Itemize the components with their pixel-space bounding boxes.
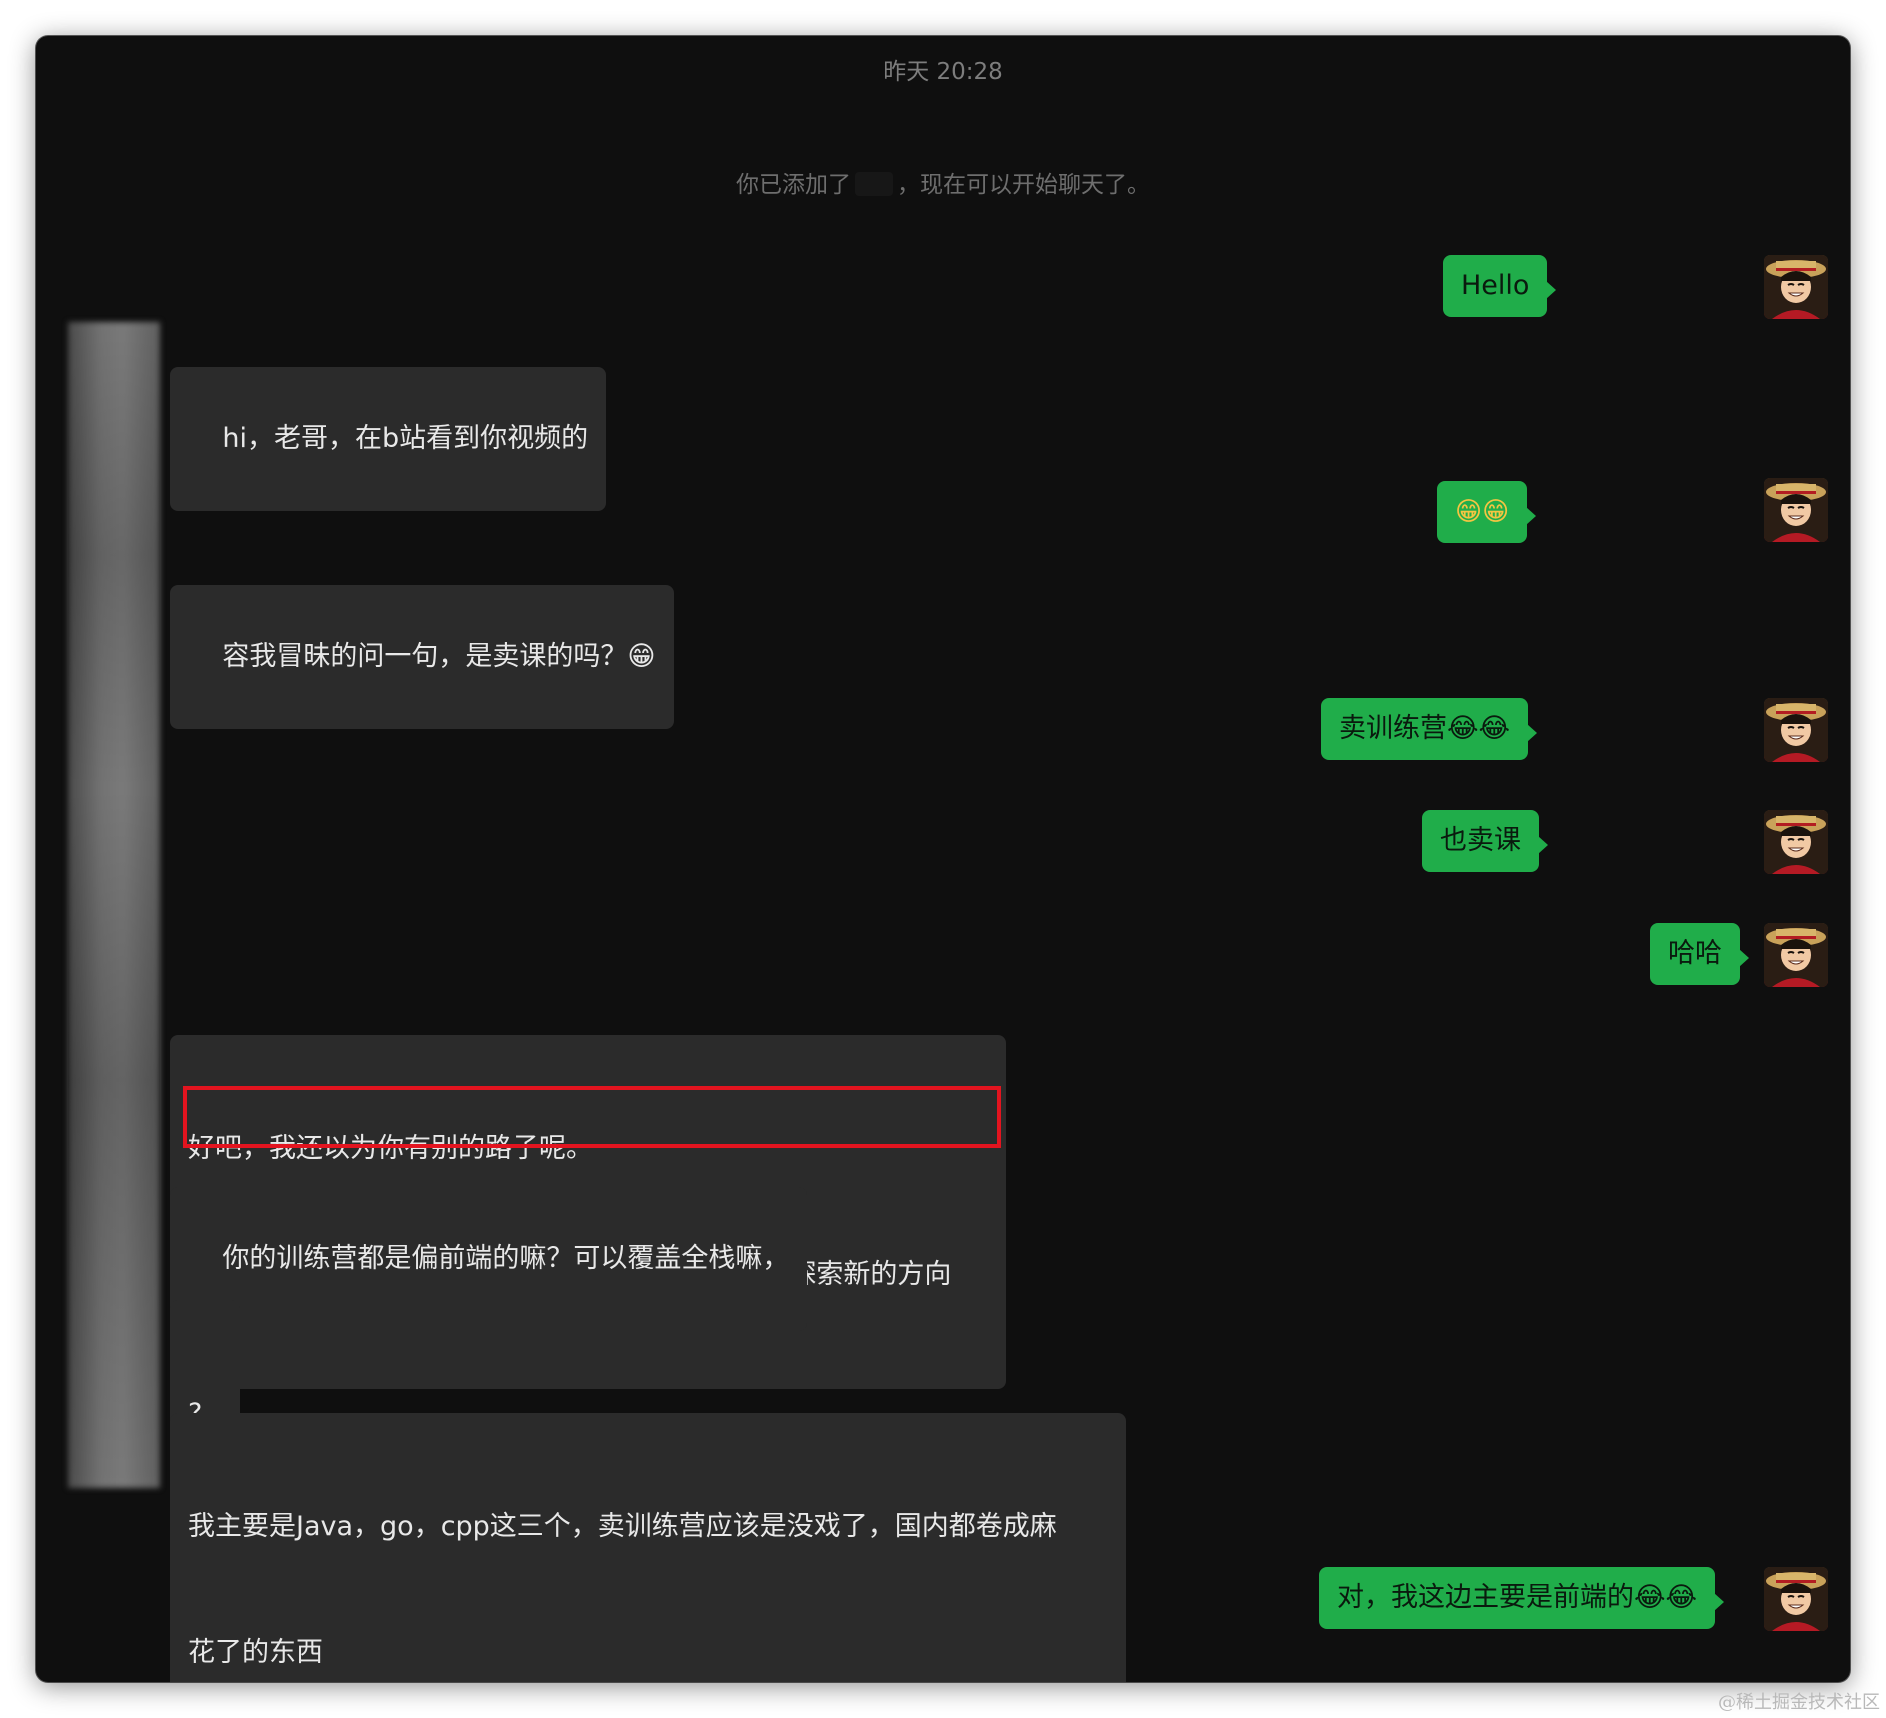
message-bubble-outgoing[interactable]: 卖训练营😂😂 — [1321, 698, 1538, 760]
chat-window: 昨天 20:28 你已添加了 ，现在可以开始聊天了。 Hello hi，老哥，在b… — [36, 36, 1850, 1682]
anime-avatar-icon[interactable] — [1764, 923, 1828, 987]
blurred-avatar-shade — [68, 322, 160, 1488]
chat-timestamp: 昨天 20:28 — [883, 59, 1003, 85]
message-text: 😁😁 — [1455, 497, 1510, 527]
message-text: 容我冒昧的问一句，是卖课的吗？😁 — [222, 641, 656, 672]
message-bubble-incoming[interactable]: hi，老哥，在b站看到你视频的 — [170, 367, 607, 511]
redacted-contact-name — [855, 172, 893, 196]
anime-avatar-icon[interactable] — [1764, 255, 1828, 319]
message-text: Hello — [1461, 270, 1530, 301]
watermark-text: @稀土掘金技术社区 — [1718, 1692, 1880, 1713]
message-bubble-outgoing[interactable]: 对，我这边主要是前端的😂😂 — [1319, 1567, 1725, 1629]
system-message-suffix: ，现在可以开始聊天了。 — [897, 172, 1150, 198]
anime-avatar-icon[interactable] — [1764, 698, 1828, 762]
message-bubble-outgoing[interactable]: Hello — [1443, 255, 1557, 317]
message-text-line: 花了的东西 — [188, 1637, 323, 1668]
message-bubble-incoming[interactable]: 容我冒昧的问一句，是卖课的吗？😁 — [170, 585, 674, 729]
message-text: 对，我这边主要是前端的😂😂 — [1337, 1582, 1698, 1613]
system-message: 你已添加了 ，现在可以开始聊天了。 — [36, 169, 1850, 201]
system-message-prefix: 你已添加了 — [736, 172, 851, 198]
anime-avatar-icon[interactable] — [1764, 1567, 1828, 1631]
anime-avatar-icon[interactable] — [1764, 478, 1828, 542]
message-bubble-outgoing[interactable]: 哈哈 — [1650, 923, 1749, 985]
anime-avatar-icon[interactable] — [1764, 810, 1828, 874]
message-bubble-incoming[interactable]: 我主要是Java，go，cpp这三个，卖训练营应该是没戏了，国内都卷成麻 花了的… — [170, 1413, 1126, 1682]
message-text: 卖训练营😂😂 — [1339, 713, 1511, 744]
message-bubble-outgoing[interactable]: 也卖课 — [1422, 810, 1548, 872]
message-text: hi，老哥，在b站看到你视频的 — [222, 423, 589, 454]
message-text: 也卖课 — [1440, 825, 1521, 856]
message-text-line: 好吧，我还以为你有别的路子呢。 — [188, 1133, 593, 1164]
message-text: 你的训练营都是偏前端的嘛？可以覆盖全栈嘛， — [222, 1243, 790, 1274]
message-text: 哈哈 — [1668, 938, 1722, 969]
message-text-line: 我主要是Java，go，cpp这三个，卖训练营应该是没戏了，国内都卷成麻 — [188, 1511, 1057, 1542]
message-bubble-outgoing[interactable]: 😁😁 — [1437, 481, 1537, 543]
message-bubble-incoming[interactable]: 你的训练营都是偏前端的嘛？可以覆盖全栈嘛， — [170, 1187, 808, 1331]
